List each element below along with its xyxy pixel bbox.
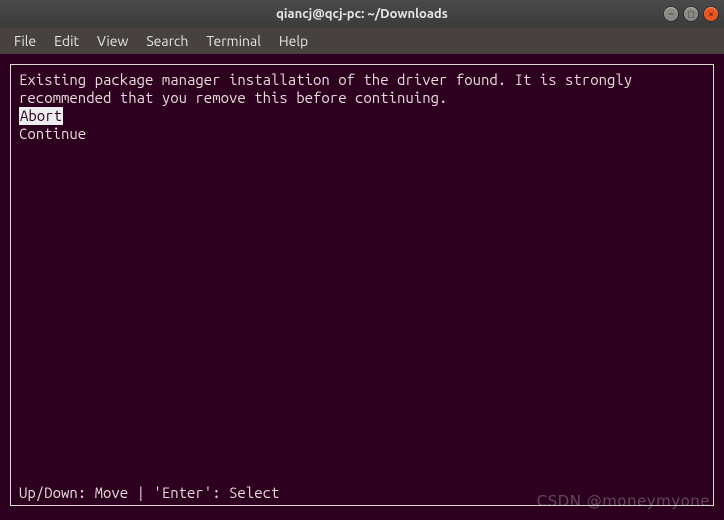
window-title: qiancj@qcj-pc: ~/Downloads [276, 7, 448, 21]
menu-file[interactable]: File [6, 31, 44, 51]
menu-search[interactable]: Search [138, 31, 196, 51]
dialog-message: Existing package manager installation of… [19, 71, 705, 107]
menu-bar: File Edit View Search Terminal Help [0, 28, 724, 54]
menu-view[interactable]: View [89, 31, 136, 51]
dialog-options: Abort Continue [19, 107, 705, 143]
ncurses-dialog-frame: Existing package manager installation of… [10, 64, 714, 506]
window-titlebar: qiancj@qcj-pc: ~/Downloads – ◻ × [0, 0, 724, 28]
option-abort[interactable]: Abort [19, 107, 63, 125]
minimize-button[interactable]: – [664, 7, 678, 21]
maximize-button[interactable]: ◻ [684, 7, 698, 21]
dialog-hint: Up/Down: Move | 'Enter': Select [19, 484, 279, 501]
terminal-area[interactable]: Existing package manager installation of… [0, 54, 724, 520]
menu-edit[interactable]: Edit [46, 31, 87, 51]
window-controls: – ◻ × [664, 7, 718, 21]
menu-help[interactable]: Help [271, 31, 316, 51]
menu-terminal[interactable]: Terminal [198, 31, 269, 51]
close-button[interactable]: × [704, 7, 718, 21]
option-continue[interactable]: Continue [19, 125, 86, 143]
